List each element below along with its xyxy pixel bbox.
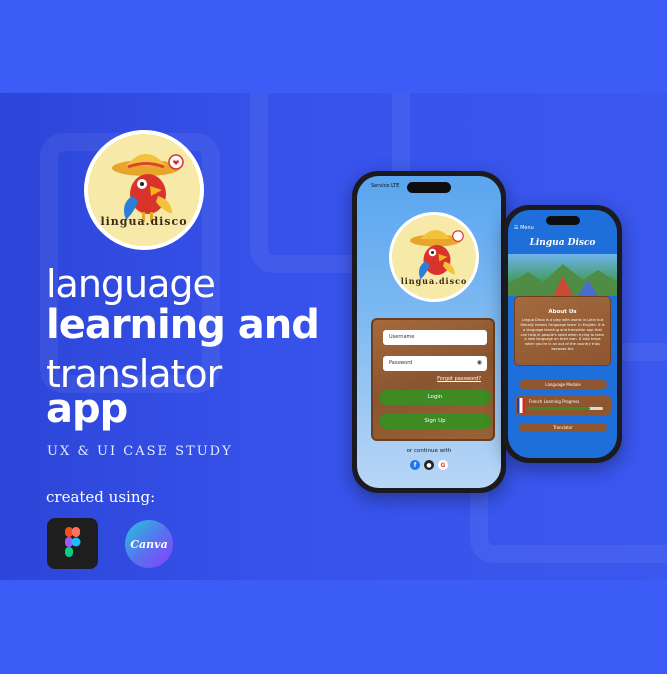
headline-line-4: app xyxy=(46,386,128,432)
subtitle: UX & UI CASE STUDY xyxy=(47,444,233,459)
logo-wordmark: lingua.disco xyxy=(100,215,188,228)
landscape-illustration xyxy=(508,254,617,296)
progress-fill xyxy=(529,407,590,410)
progress-card[interactable]: French Learning Progress xyxy=(515,396,611,415)
username-placeholder: Username xyxy=(389,334,415,340)
username-field[interactable]: Username xyxy=(383,330,487,345)
headline-line-1: language xyxy=(46,262,216,306)
login-button[interactable]: Login xyxy=(379,390,491,405)
parrot-icon xyxy=(410,230,464,280)
french-flag-icon xyxy=(517,398,525,413)
menu-button[interactable]: ☰ Menu xyxy=(514,225,534,231)
home-title: Lingua Disco xyxy=(529,238,596,248)
login-screen: Service LTE lingua.disco Username Passwo… xyxy=(357,176,501,488)
login-phone-mockup: Service LTE lingua.disco Username Passwo… xyxy=(352,171,506,493)
home-screen: ☰ Menu Lingua Disco About Us Lingua Disc… xyxy=(508,210,617,458)
apple-icon[interactable]: ● xyxy=(424,460,434,470)
phone-notch xyxy=(407,182,451,193)
progress-bar xyxy=(529,407,603,410)
app-logo-small: lingua.disco xyxy=(389,212,479,302)
language-module-button[interactable]: Language Module xyxy=(519,380,607,389)
phone-notch xyxy=(545,216,580,225)
about-us-card: About Us Lingua Disco is a play with wor… xyxy=(514,296,611,366)
canva-icon: Canva xyxy=(125,520,173,568)
google-icon[interactable]: G xyxy=(438,460,448,470)
social-login-row: f ● G xyxy=(357,460,501,470)
created-using-label: created using: xyxy=(46,488,156,506)
status-bar: Service LTE xyxy=(371,183,400,189)
headline-line-2: learning and xyxy=(46,302,320,348)
figma-icon xyxy=(47,518,98,569)
translator-button[interactable]: Translator xyxy=(519,423,607,432)
password-placeholder: Password xyxy=(389,360,413,366)
facebook-icon[interactable]: f xyxy=(410,460,420,470)
continue-with-label: or continue with xyxy=(406,448,452,454)
about-us-text: Lingua Disco is a play with words in Lat… xyxy=(520,318,605,352)
login-card: Username Password ◉ Forgot password? Log… xyxy=(371,318,495,441)
password-field[interactable]: Password ◉ xyxy=(383,356,487,371)
progress-label: French Learning Progress xyxy=(529,399,580,404)
forgot-password-link[interactable]: Forgot password? xyxy=(437,376,481,382)
home-phone-mockup: ☰ Menu Lingua Disco About Us Lingua Disc… xyxy=(503,205,622,463)
app-logo: lingua.disco xyxy=(84,130,204,250)
logo-wordmark: lingua.disco xyxy=(400,276,468,286)
eye-icon[interactable]: ◉ xyxy=(477,359,482,366)
signup-button[interactable]: Sign Up xyxy=(379,414,491,429)
